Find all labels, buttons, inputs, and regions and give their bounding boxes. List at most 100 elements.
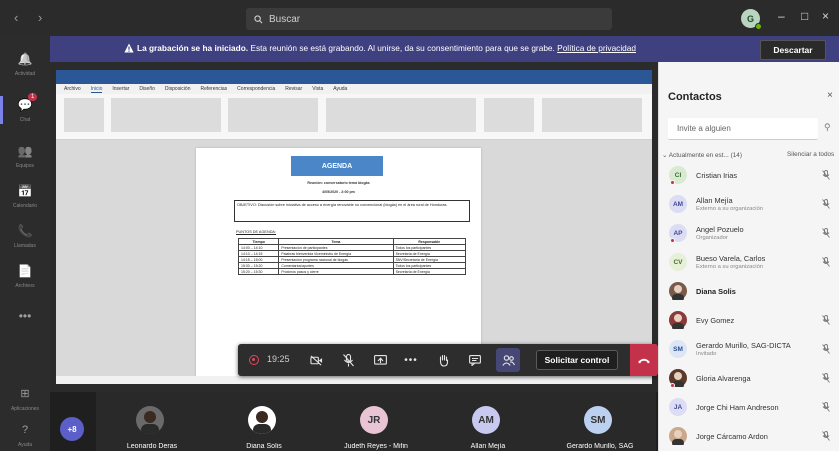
rail-item-1[interactable]: 💬 Chat 1 (0, 88, 50, 132)
search-placeholder: Buscar (269, 13, 301, 25)
chat-icon[interactable] (465, 350, 485, 370)
word-tab: Correspondencia (237, 86, 276, 92)
shared-screen-stage: Archivo Inicio Insertar Diseño Disposición Re… (50, 62, 658, 392)
request-control-button[interactable]: Solicitar control (536, 350, 618, 370)
mic-muted-icon[interactable] (822, 228, 830, 240)
word-ribbon (56, 94, 652, 140)
dismiss-button[interactable]: Descartar (760, 40, 826, 60)
participant-name: Leonardo Deras (126, 443, 178, 450)
maximize-icon[interactable]: □ (801, 9, 808, 23)
mic-off-icon[interactable] (338, 350, 358, 370)
close-icon[interactable]: × (822, 9, 829, 23)
section-header-in-meeting[interactable]: ⌄ Actualmente en est... (14) (662, 151, 742, 159)
mic-muted-icon[interactable] (822, 199, 830, 211)
participant-tile[interactable]: JR Judeth Reyes - Mifin (320, 392, 432, 451)
rail-item-label: Actividad (14, 70, 36, 77)
list-item[interactable]: Jorge Cárcamo Ardon (659, 421, 839, 451)
contact-subtitle: Invitado (696, 351, 717, 357)
list-item[interactable]: Diana Solis (659, 276, 839, 306)
participants-icon[interactable] (496, 348, 520, 372)
rail-item-6[interactable]: ••• (0, 294, 50, 338)
rail-bottom-item-0[interactable]: ⊞ Aplicaciones (0, 382, 50, 416)
privacy-policy-link[interactable]: Política de privacidad (557, 43, 636, 53)
word-tab: Ayuda (333, 86, 348, 92)
rail-item-label: Equipos (15, 162, 35, 169)
overflow-participants-button[interactable]: +8 (60, 417, 84, 441)
contact-name: Gerardo Murillo, SAG-DICTA (696, 341, 791, 350)
contact-name: Angel Pozuelo (696, 225, 744, 234)
avatar-initials: AP (673, 229, 683, 237)
close-panel-icon[interactable]: × (827, 90, 833, 101)
rail-item-3[interactable]: 📅 Calendario (0, 174, 50, 218)
list-item[interactable]: CV Bueso Varela, Carlos Externo a su organ… (659, 247, 839, 277)
list-item[interactable]: SM Gerardo Murillo, SAG-DICTA Invitado (659, 334, 839, 364)
word-status-bar (56, 376, 652, 384)
participant-avatar (136, 406, 164, 434)
raise-hand-icon[interactable] (433, 350, 453, 370)
participant-name: Judeth Reyes - Mifin (344, 443, 408, 450)
contact-subtitle: Organizador (696, 235, 728, 241)
participant-avatar: SM (584, 406, 612, 434)
participant-tile[interactable]: Diana Solis (208, 392, 320, 451)
notice-bold: La grabación se ha iniciado. (137, 43, 249, 53)
nav-arrows-icon[interactable]: ‹ › (14, 10, 50, 25)
user-avatar[interactable]: G (741, 9, 762, 30)
participant-avatar (248, 406, 276, 434)
document-area: AGENDA Reunión: conversatorio tema biogá… (56, 140, 652, 384)
objective-box: OBJETIVO: Discusión sobre iniciativa de … (234, 200, 470, 222)
share-screen-icon[interactable] (370, 350, 390, 370)
avatar (669, 427, 687, 445)
contact-name: Allan Mejía (696, 196, 733, 205)
table-row: 15:20 – 15:30 Próximos pasos y cierre Secr… (237, 268, 467, 275)
participant-tile[interactable]: Leonardo Deras (96, 392, 208, 451)
bell-icon: 🔔 (17, 51, 33, 66)
mute-all-link[interactable]: Silenciar a todos (787, 151, 834, 158)
invite-input[interactable]: Invite a alguien (668, 118, 818, 140)
participant-tile[interactable]: AM Allan Mejía (432, 392, 544, 451)
hang-up-button[interactable] (630, 344, 658, 376)
mic-muted-icon[interactable] (822, 402, 830, 414)
rail-item-5[interactable]: 📄 Archivos (0, 254, 50, 298)
rail-item-label: Archivos (15, 282, 35, 289)
minimize-icon[interactable]: – (778, 9, 785, 23)
rail-item-4[interactable]: 📞 Llamadas (0, 214, 50, 258)
list-item[interactable]: AM Allan Mejía Externo a su organización (659, 189, 839, 219)
call-controls: 19:25 ••• Solicitar control (238, 344, 658, 376)
more-options-icon[interactable]: ••• (401, 350, 421, 370)
mic-muted-icon[interactable] (822, 431, 830, 443)
table-cell: 15:20 – 15:30 (237, 268, 280, 275)
search-input[interactable]: Buscar (246, 8, 612, 30)
camera-off-icon[interactable] (306, 350, 326, 370)
contact-name: Cristian Irias (696, 171, 738, 180)
contact-name: Jorge Chi Ham Andreson (696, 403, 779, 412)
hang-up-icon (638, 358, 650, 363)
list-item[interactable]: AP Angel Pozuelo Organizador (659, 218, 839, 248)
mic-muted-icon[interactable] (822, 315, 830, 327)
rail-item-0[interactable]: 🔔 Actividad (0, 42, 50, 86)
app-rail: 🔔 Actividad 💬 Chat 1 👥 Equipos 📅 Calendario 📞 Llam… (0, 36, 50, 451)
mic-muted-icon[interactable] (822, 257, 830, 269)
participant-avatar: AM (472, 406, 500, 434)
mic-muted-icon[interactable] (822, 344, 830, 356)
list-item[interactable]: Gloria Alvarenga (659, 363, 839, 393)
participant-tile[interactable]: SM Gerardo Murillo, SAG (544, 392, 656, 451)
mic-muted-icon[interactable] (822, 373, 830, 385)
share-invite-icon[interactable]: ⚲ (824, 122, 831, 133)
list-item[interactable]: Evy Gomez (659, 305, 839, 335)
agenda-table: Tiempo Tema Responsable 14:00 – 14:10 Presen… (237, 238, 467, 275)
rail-bottom-item-1[interactable]: ? Ayuda (0, 418, 50, 451)
avatar-initials: AM (672, 200, 684, 208)
avatar: JA (669, 398, 687, 416)
rail-item-2[interactable]: 👥 Equipos (0, 134, 50, 178)
avatar (669, 282, 687, 300)
mic-muted-icon[interactable] (822, 170, 830, 182)
presence-available-icon (755, 23, 762, 30)
list-item[interactable]: JA Jorge Chi Ham Andreson (659, 392, 839, 422)
rail-item-label: Chat (19, 116, 31, 123)
warning-icon (124, 43, 134, 53)
list-item[interactable]: CI Cristian Irias (659, 160, 839, 190)
apps-icon: ⊞ (20, 387, 30, 400)
avatar-initials: CI (674, 171, 682, 179)
word-tab: Referencias (200, 86, 228, 92)
phone-icon: 📞 (17, 223, 33, 238)
